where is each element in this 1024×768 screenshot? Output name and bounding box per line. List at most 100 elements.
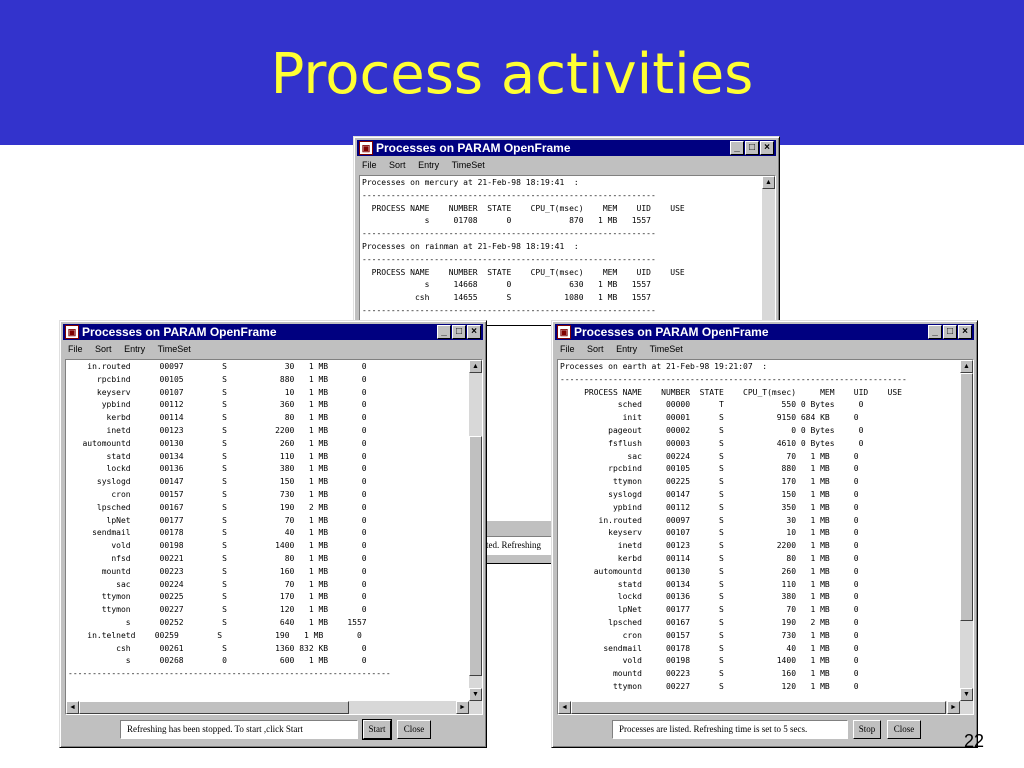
stop-button[interactable]: Stop (853, 720, 881, 739)
window-titlebar[interactable]: ▣ Processes on PARAM OpenFrame _ □ × (63, 324, 483, 340)
menu-entry[interactable]: Entry (124, 342, 145, 357)
scroll-up-button[interactable]: ▲ (960, 360, 973, 373)
process-list-pane: in.routed 00097 S 30 1 MB 0 rpcbind 0010… (65, 359, 483, 715)
process-window-left[interactable]: ▣ Processes on PARAM OpenFrame _ □ × File … (59, 320, 487, 748)
scroll-right-button[interactable]: ► (456, 701, 469, 714)
text-line: cron 00157 S 730 1 MB 0 (560, 630, 859, 640)
start-button[interactable]: Start (362, 719, 392, 740)
text-line: cron 00157 S 730 1 MB 0 (68, 489, 367, 499)
vertical-scroll-thumb[interactable] (469, 436, 482, 676)
app-icon: ▣ (359, 141, 373, 155)
close-button[interactable]: Close (887, 720, 921, 739)
text-line: rpcbind 00105 S 880 1 MB 0 (560, 464, 859, 474)
window-title: Processes on PARAM OpenFrame (82, 325, 277, 339)
scroll-up-button[interactable]: ▲ (469, 360, 482, 373)
text-line: lpsched 00167 S 190 2 MB 0 (560, 617, 859, 627)
text-line: init 00001 S 9150 684 KB 0 (560, 413, 859, 423)
window-titlebar[interactable]: ▣ Processes on PARAM OpenFrame _ □ × (357, 140, 776, 156)
text-line: pageout 00002 S 0 0 Bytes 0 (560, 425, 864, 435)
minimize-button[interactable]: _ (437, 325, 451, 339)
app-icon: ▣ (557, 325, 571, 339)
scroll-up-button[interactable]: ▲ (762, 176, 775, 189)
horizontal-scroll-thumb[interactable] (571, 701, 946, 714)
process-text-area[interactable]: Processes on earth at 21-Feb-98 19:21:07… (558, 360, 959, 700)
window-title: Processes on PARAM OpenFrame (574, 325, 769, 339)
text-line: sched 00000 T 550 0 Bytes 0 (560, 400, 864, 410)
text-line: rpcbind 00105 S 880 1 MB 0 (68, 374, 367, 384)
menubar: File Sort Entry TimeSet (556, 342, 973, 357)
text-line: mountd 00223 S 160 1 MB 0 (560, 669, 859, 679)
menu-entry[interactable]: Entry (616, 342, 637, 357)
close-window-button[interactable]: × (958, 325, 972, 339)
process-list-pane: Processes on mercury at 21-Feb-98 18:19:… (359, 175, 776, 325)
scroll-left-button[interactable]: ◄ (66, 701, 79, 714)
status-bar: Refreshing has been stopped. To start ,c… (65, 718, 483, 742)
text-line: ttymon 00225 S 170 1 MB 0 (560, 477, 859, 487)
text-line: syslogd 00147 S 150 1 MB 0 (68, 477, 367, 487)
text-line: sac 00224 S 70 1 MB 0 (68, 579, 367, 589)
menu-sort[interactable]: Sort (587, 342, 604, 357)
vertical-scroll-thumb[interactable] (960, 373, 973, 621)
horizontal-scrollbar[interactable]: ◄ ► (66, 701, 482, 714)
text-line: sendmail 00178 S 40 1 MB 0 (560, 643, 859, 653)
menu-timeset[interactable]: TimeSet (158, 342, 191, 357)
menu-sort[interactable]: Sort (389, 158, 406, 173)
menubar: File Sort Entry TimeSet (64, 342, 482, 357)
process-text-area[interactable]: Processes on mercury at 21-Feb-98 18:19:… (360, 176, 761, 324)
text-line: Processes on earth at 21-Feb-98 19:21:07… (560, 362, 768, 371)
text-line: csh 14655 S 1080 1 MB 1557 (362, 293, 680, 303)
process-text-area[interactable]: in.routed 00097 S 30 1 MB 0 rpcbind 0010… (66, 360, 468, 700)
status-bar: Processes are listed. Refreshing time is… (557, 718, 974, 742)
menu-timeset[interactable]: TimeSet (452, 158, 485, 173)
text-line: lpNet 00177 S 70 1 MB 0 (68, 515, 367, 525)
text-line: PROCESS NAME NUMBER STATE CPU_T(msec) ME… (560, 387, 902, 397)
process-list-pane: Processes on earth at 21-Feb-98 19:21:07… (557, 359, 974, 715)
menu-file[interactable]: File (560, 342, 575, 357)
vertical-scrollbar[interactable]: ▲ (762, 176, 775, 324)
vertical-scrollbar[interactable]: ▲ ▼ (469, 360, 482, 701)
text-line: ----------------------------------------… (362, 190, 656, 200)
scroll-down-button[interactable]: ▼ (960, 688, 973, 701)
horizontal-scroll-thumb[interactable] (79, 701, 349, 714)
text-line: ----------------------------------------… (68, 669, 391, 679)
scroll-down-button[interactable]: ▼ (469, 688, 482, 701)
scroll-right-button[interactable]: ► (947, 701, 960, 714)
minimize-button[interactable]: _ (928, 325, 942, 339)
text-line: automountd 00130 S 260 1 MB 0 (560, 566, 859, 576)
text-line: nfsd 00221 S 80 1 MB 0 (68, 553, 367, 563)
window-titlebar[interactable]: ▣ Processes on PARAM OpenFrame _ □ × (555, 324, 974, 340)
process-window-right[interactable]: ▣ Processes on PARAM OpenFrame _ □ × File … (551, 320, 978, 748)
close-window-button[interactable]: × (467, 325, 481, 339)
menu-timeset[interactable]: TimeSet (650, 342, 683, 357)
close-window-button[interactable]: × (760, 141, 774, 155)
maximize-button[interactable]: □ (452, 325, 466, 339)
text-line: vold 00198 S 1400 1 MB 0 (560, 656, 859, 666)
menu-file[interactable]: File (362, 158, 377, 173)
text-line: ttymon 00225 S 170 1 MB 0 (68, 592, 367, 602)
page-number: 22 (964, 731, 985, 751)
process-window-background[interactable]: ▣ Processes on PARAM OpenFrame _ □ × File … (353, 136, 780, 326)
text-line: ttymon 00227 S 120 1 MB 0 (560, 681, 859, 691)
text-line: automountd 00130 S 260 1 MB 0 (68, 438, 367, 448)
scroll-left-button[interactable]: ◄ (558, 701, 571, 714)
minimize-button[interactable]: _ (730, 141, 744, 155)
text-line: in.routed 00097 S 30 1 MB 0 (560, 515, 859, 525)
text-line: ----------------------------------------… (560, 374, 907, 384)
menubar: File Sort Entry TimeSet (358, 158, 775, 173)
text-line: PROCESS NAME NUMBER STATE CPU_T(msec) ME… (362, 267, 685, 277)
vertical-scrollbar[interactable]: ▲ ▼ (960, 360, 973, 701)
text-line: lockd 00136 S 380 1 MB 0 (560, 592, 859, 602)
menu-file[interactable]: File (68, 342, 83, 357)
slide-title: Process activities (270, 42, 754, 107)
text-line: lockd 00136 S 380 1 MB 0 (68, 464, 367, 474)
text-line: keyserv 00107 S 10 1 MB 0 (560, 528, 859, 538)
maximize-button[interactable]: □ (745, 141, 759, 155)
text-line: kerbd 00114 S 80 1 MB 0 (560, 553, 859, 563)
text-line: s 14668 0 630 1 MB 1557 (362, 280, 680, 290)
maximize-button[interactable]: □ (943, 325, 957, 339)
menu-sort[interactable]: Sort (95, 342, 112, 357)
text-line: sac 00224 S 70 1 MB 0 (560, 451, 859, 461)
horizontal-scrollbar[interactable]: ◄ ► (558, 701, 973, 714)
close-button[interactable]: Close (397, 720, 431, 739)
menu-entry[interactable]: Entry (418, 158, 439, 173)
